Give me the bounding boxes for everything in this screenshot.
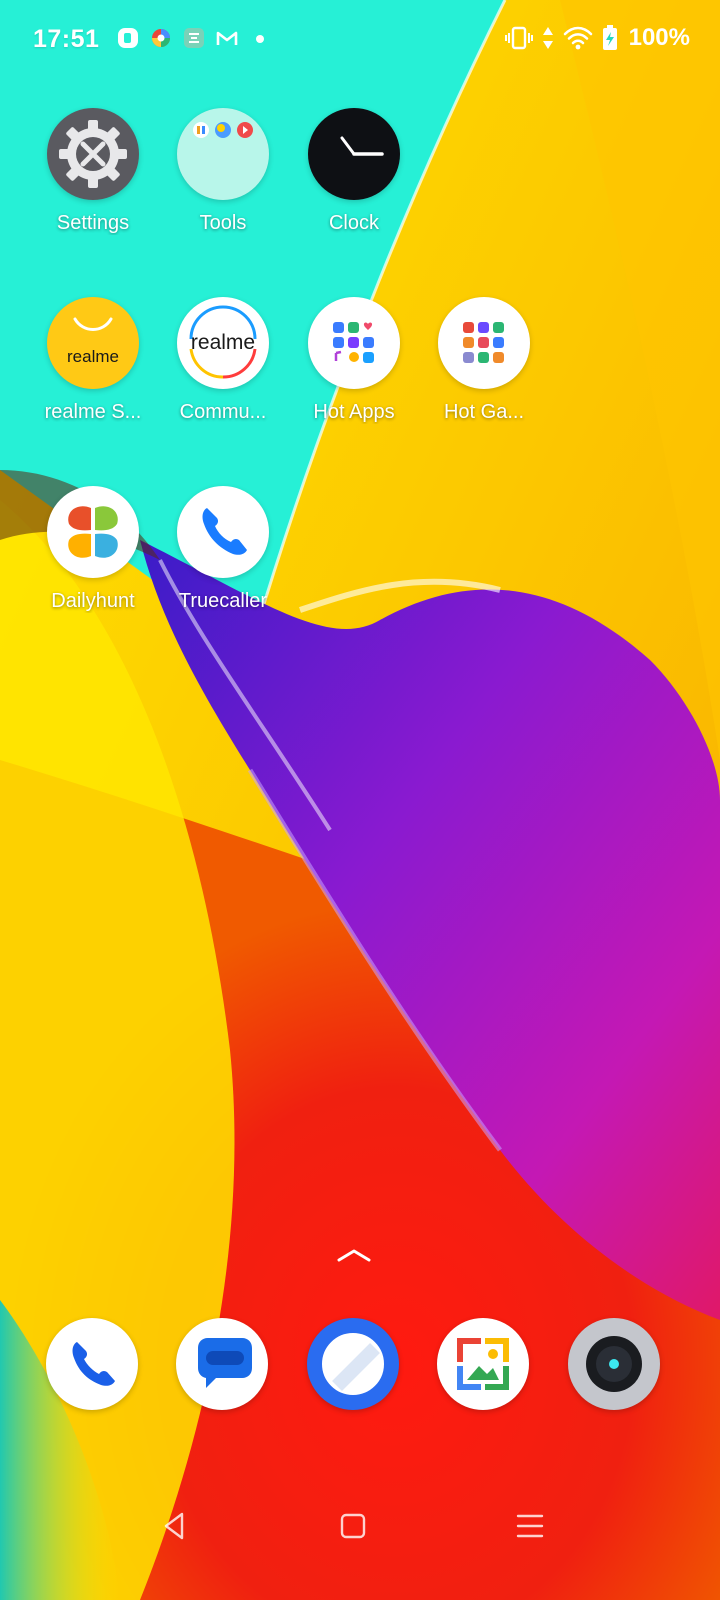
chevron-up-icon[interactable]	[336, 1246, 372, 1266]
status-bar: 17:51 100%	[0, 0, 720, 80]
realme-logo-text: realme	[190, 331, 256, 354]
dock-gallery[interactable]	[437, 1318, 529, 1410]
app-truecaller[interactable]: Truecaller	[163, 486, 283, 656]
wifi-icon	[563, 26, 592, 50]
app-clock[interactable]: Clock	[294, 108, 414, 278]
battery-charging-icon	[602, 25, 617, 50]
app-label: Hot Apps	[313, 401, 395, 423]
app-realme-store[interactable]: realme realme S...	[33, 297, 153, 467]
dailyhunt-icon	[47, 486, 139, 578]
tools-icon	[183, 26, 205, 50]
vibrate-icon	[504, 26, 533, 50]
settings-icon	[47, 108, 139, 200]
hot-apps-folder-icon	[308, 297, 400, 389]
status-time: 17:51	[33, 25, 100, 53]
app-label: Truecaller	[178, 590, 268, 612]
data-arrows-icon	[542, 27, 553, 49]
folder-hot-games[interactable]: Hot Ga...	[424, 297, 544, 467]
messages-icon	[198, 1338, 252, 1388]
dot-icon	[249, 26, 271, 50]
app-label: Settings	[56, 212, 130, 234]
phone-icon	[72, 1342, 115, 1386]
back-icon	[164, 1512, 184, 1540]
dock-phone[interactable]	[46, 1318, 138, 1410]
gallery-icon	[457, 1338, 509, 1390]
nav-recents-button[interactable]	[510, 1506, 550, 1546]
app-dailyhunt[interactable]: Dailyhunt	[33, 486, 153, 656]
camera-icon	[586, 1336, 642, 1392]
dock-camera[interactable]	[568, 1318, 660, 1410]
folder-tools[interactable]: Tools	[163, 108, 283, 278]
battery-percentage: 100%	[628, 24, 690, 51]
notification-icons	[117, 26, 271, 50]
app-label: realme S...	[44, 401, 142, 423]
app-label: Hot Ga...	[443, 401, 525, 423]
recents-icon	[516, 1514, 544, 1538]
app-label: Commu...	[179, 401, 267, 423]
app-label: Tools	[199, 212, 247, 234]
nav-home-button[interactable]	[333, 1506, 373, 1546]
realme-logo-text: realme	[67, 347, 119, 366]
dock-messages[interactable]	[176, 1318, 268, 1410]
nav-back-button[interactable]	[154, 1506, 194, 1546]
app-settings[interactable]: Settings	[33, 108, 153, 278]
color-wheel-icon	[150, 26, 172, 50]
dock-browser[interactable]	[307, 1318, 399, 1410]
app-label: Dailyhunt	[51, 590, 135, 612]
folder-hot-apps[interactable]: Hot Apps	[294, 297, 414, 467]
home-icon	[340, 1513, 366, 1539]
realme-community-icon: realme	[177, 297, 269, 389]
browser-icon	[322, 1333, 384, 1395]
tools-folder-icon	[177, 108, 269, 200]
app-community[interactable]: realme Commu...	[163, 297, 283, 467]
r-app-icon	[117, 26, 139, 50]
system-status: 100%	[504, 24, 690, 52]
hot-games-folder-icon	[438, 297, 530, 389]
app-label: Clock	[328, 212, 379, 234]
realme-store-icon: realme	[47, 297, 139, 389]
clock-icon	[308, 108, 400, 200]
gmail-icon	[216, 26, 238, 50]
truecaller-phone-icon	[177, 486, 269, 578]
